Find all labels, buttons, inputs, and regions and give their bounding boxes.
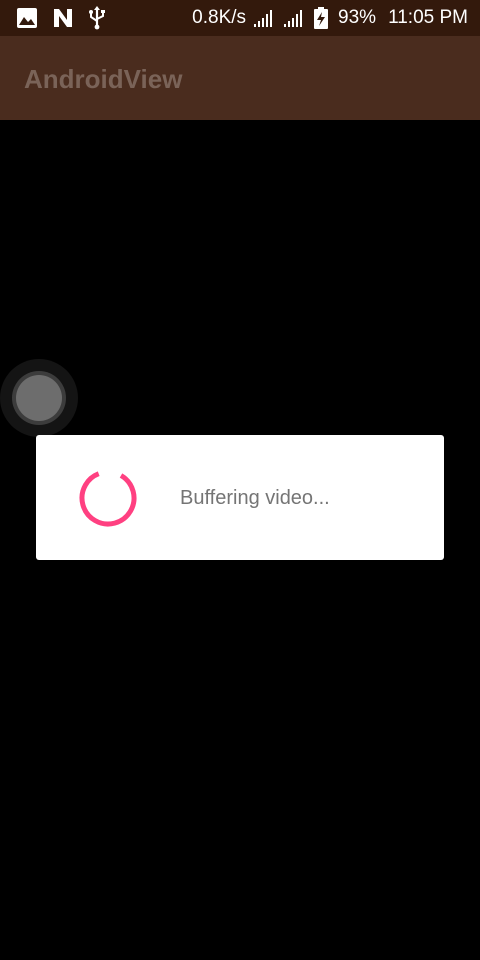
n-logo-icon [52, 7, 74, 29]
buffering-dialog: Buffering video... [36, 435, 444, 560]
loading-spinner-icon [78, 468, 138, 528]
video-area: Buffering video... [0, 120, 480, 960]
battery-percent: 93% [338, 7, 377, 28]
signal-1-icon [254, 8, 276, 28]
network-speed: 0.8K/s [192, 7, 247, 28]
app-title: AndroidView [24, 64, 183, 94]
usb-icon [88, 6, 106, 30]
assistive-button-core [16, 375, 62, 421]
battery-charging-icon [314, 7, 329, 29]
assistive-button-ring [12, 371, 66, 425]
app-bar: AndroidView [0, 36, 480, 120]
status-left-icons [16, 6, 106, 30]
clock: 11:05 PM [388, 7, 468, 28]
status-bar: 0.8K/s 93% 11:05 PM [0, 0, 480, 36]
screen: 0.8K/s 93% 11:05 PM AndroidView Bufferin… [0, 0, 480, 960]
image-icon [16, 7, 38, 29]
signal-2-icon [284, 8, 306, 28]
floating-assistive-button[interactable] [0, 359, 78, 437]
dialog-message: Buffering video... [180, 487, 330, 509]
status-right-info: 0.8K/s 93% 11:05 PM [192, 6, 468, 30]
